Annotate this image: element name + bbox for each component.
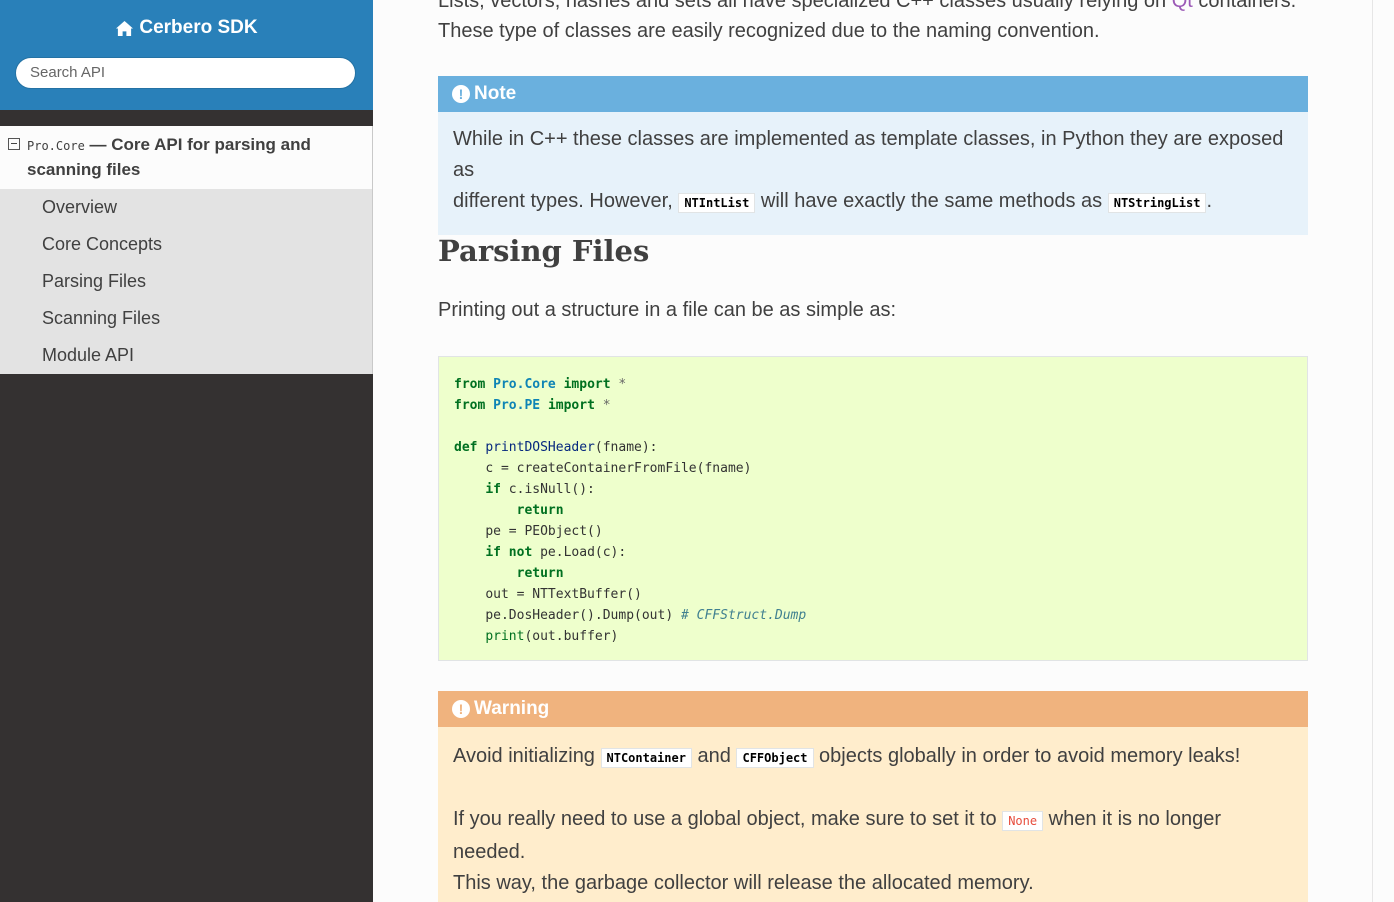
search-input[interactable] bbox=[15, 56, 356, 89]
home-icon bbox=[116, 20, 134, 36]
sidebar-item-parsing-files[interactable]: Parsing Files bbox=[0, 263, 372, 300]
exclamation-icon: ! bbox=[452, 700, 470, 718]
exclamation-icon: ! bbox=[452, 85, 470, 103]
warning-body: Avoid initializing NTContainer and CFFOb… bbox=[438, 727, 1308, 902]
section-intro: Printing out a structure in a file can b… bbox=[438, 299, 897, 321]
warning-admonition: ! Warning Avoid initializing NTContainer… bbox=[438, 691, 1308, 902]
brand-name: Cerbero SDK bbox=[139, 17, 258, 38]
warning-paragraph-2: If you really need to use a global objec… bbox=[453, 808, 1221, 894]
home-link[interactable]: Cerbero SDK bbox=[115, 17, 258, 39]
sidebar: Cerbero SDK Pro.Core — Core API for pars… bbox=[0, 0, 373, 902]
ntstringlist-code: NTStringList bbox=[1107, 193, 1207, 213]
ntintlist-code: NTIntList bbox=[678, 193, 756, 213]
scrollbar[interactable] bbox=[1372, 0, 1394, 902]
section-title: Parsing Files bbox=[438, 234, 650, 268]
collapse-toggle-icon[interactable] bbox=[8, 138, 20, 150]
toc-module-code: Pro.Core bbox=[27, 139, 85, 153]
note-body: While in C++ these classes are implement… bbox=[438, 112, 1308, 235]
qt-link[interactable]: Qt bbox=[1172, 0, 1193, 12]
code-block[interactable]: from Pro.Core import * from Pro.PE impor… bbox=[438, 356, 1308, 661]
sidebar-item-core-concepts[interactable]: Core Concepts bbox=[0, 226, 372, 263]
toc-current-page[interactable]: Pro.Core — Core API for parsing and scan… bbox=[0, 126, 373, 189]
toc-title-line1: Core API for parsing and bbox=[111, 135, 311, 154]
main-content: Lists, vectors, hashes and sets all have… bbox=[373, 0, 1394, 902]
nav-spacer bbox=[0, 110, 373, 126]
ntcontainer-code: NTContainer bbox=[600, 748, 692, 768]
toc-sublist: Overview Core Concepts Parsing Files Sca… bbox=[0, 189, 373, 374]
warning-title: ! Warning bbox=[438, 691, 1308, 727]
sidebar-item-module-api[interactable]: Module API bbox=[0, 337, 372, 374]
toc-current-title: Pro.Core — Core API for parsing and scan… bbox=[27, 135, 311, 179]
warning-paragraph-1: Avoid initializing NTContainer and CFFOb… bbox=[453, 745, 1241, 768]
cffobject-code: CFFObject bbox=[736, 748, 814, 768]
toc-title-line2: scanning files bbox=[27, 160, 141, 179]
note-title: ! Note bbox=[438, 76, 1308, 112]
intro-paragraph: Lists, vectors, hashes and sets all have… bbox=[438, 0, 1308, 46]
sidebar-item-scanning-files[interactable]: Scanning Files bbox=[0, 300, 372, 337]
code-text: from Pro.Core import * from Pro.PE impor… bbox=[454, 377, 807, 644]
sidebar-header: Cerbero SDK bbox=[0, 0, 373, 110]
sidebar-item-overview[interactable]: Overview bbox=[0, 189, 372, 226]
note-admonition: ! Note While in C++ these classes are im… bbox=[438, 76, 1308, 235]
none-code: None bbox=[1002, 811, 1044, 831]
